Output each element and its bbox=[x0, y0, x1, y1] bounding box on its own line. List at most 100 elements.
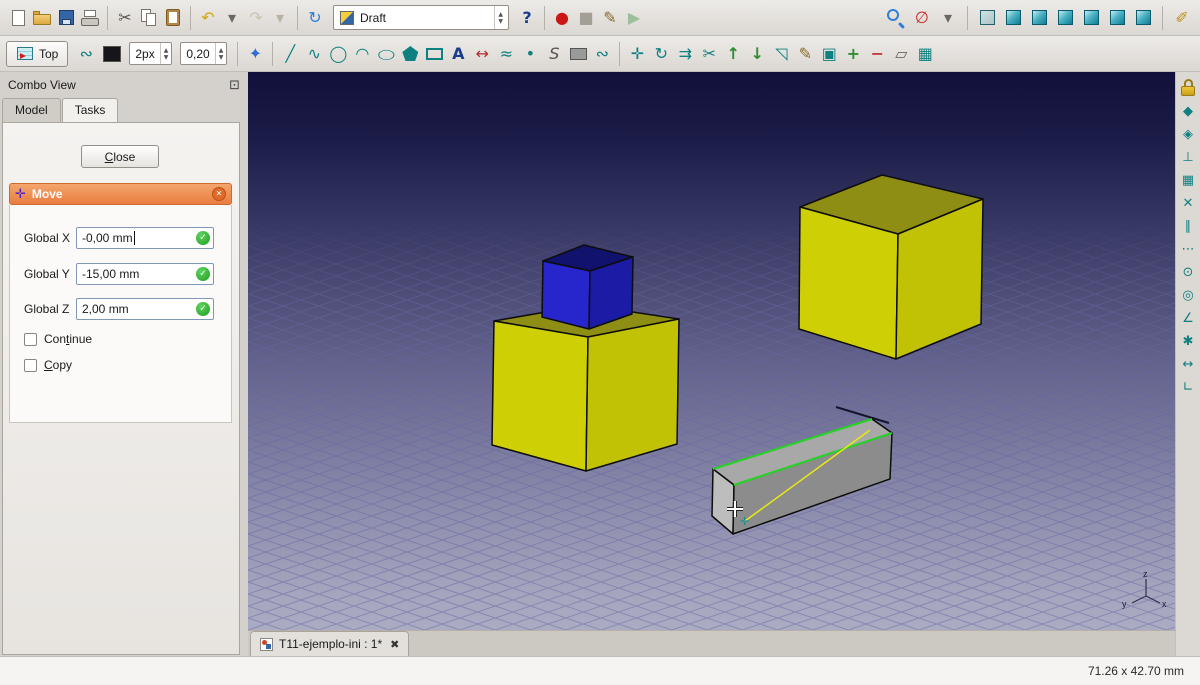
snap-parallel-icon[interactable]: ∥ bbox=[1177, 215, 1199, 237]
snap-endpoint-icon[interactable]: ◆ bbox=[1177, 100, 1199, 122]
draft-upgrade-icon[interactable]: ↑ bbox=[721, 42, 745, 66]
macro-stop-icon[interactable]: ■ bbox=[574, 6, 598, 30]
redo-icon[interactable]: ↷ bbox=[244, 6, 268, 30]
global-z-input[interactable]: 2,00 mm ✓ bbox=[76, 298, 214, 320]
draft-facebinder-icon[interactable] bbox=[566, 42, 590, 66]
draft-subelement-icon[interactable]: ▣ bbox=[817, 42, 841, 66]
snap-angle-icon[interactable]: ∠ bbox=[1177, 307, 1199, 329]
yellow-cube-right-front-face[interactable] bbox=[798, 206, 899, 360]
paste-icon[interactable] bbox=[161, 6, 185, 30]
refresh-icon[interactable]: ↻ bbox=[303, 6, 327, 30]
cut-icon[interactable]: ✂ bbox=[113, 6, 137, 30]
copy-checkbox-box[interactable] bbox=[24, 358, 37, 372]
draft-scale-icon[interactable]: ◹ bbox=[769, 42, 793, 66]
task-panel-header[interactable]: ✛ Move ✕ bbox=[9, 183, 232, 205]
snap-grid-icon[interactable]: ▦ bbox=[1177, 169, 1199, 191]
snap-center-icon[interactable]: ◎ bbox=[1177, 284, 1199, 306]
draw-style-dropdown-icon[interactable]: ▾ bbox=[936, 6, 960, 30]
dock-float-icon[interactable]: ⊡ bbox=[229, 78, 240, 93]
construction-mode-icon[interactable]: ✦ bbox=[243, 42, 267, 66]
yellow-cube-left-front-face[interactable] bbox=[491, 320, 589, 472]
working-plane-button[interactable]: Top bbox=[6, 40, 69, 67]
open-document-icon[interactable] bbox=[30, 6, 54, 30]
snap-near-icon[interactable]: ⊙ bbox=[1177, 261, 1199, 283]
draft-array-icon[interactable]: ▦ bbox=[913, 42, 937, 66]
snap-dimensions-icon[interactable]: ↔ bbox=[1177, 353, 1199, 375]
copy-checkbox[interactable]: Copy bbox=[24, 358, 72, 372]
draft-ellipse-icon[interactable]: ◯ bbox=[374, 46, 398, 61]
undo-icon[interactable]: ↶ bbox=[196, 6, 220, 30]
view-bottom-icon[interactable] bbox=[1105, 6, 1129, 30]
line-width-arrows[interactable]: ▲ ▼ bbox=[159, 43, 172, 64]
continue-checkbox-box[interactable] bbox=[24, 332, 37, 346]
snap-perpendicular-icon[interactable]: ⊥ bbox=[1177, 146, 1199, 168]
draft-delete-point-icon[interactable]: − bbox=[865, 42, 889, 66]
draft-shape2dview-icon[interactable]: ▱ bbox=[889, 42, 913, 66]
draw-style-icon[interactable]: ∅ bbox=[910, 6, 934, 30]
macro-record-icon[interactable]: ● bbox=[550, 6, 574, 30]
global-y-input[interactable]: -15,00 mm ✓ bbox=[76, 263, 214, 285]
draft-offset-icon[interactable]: ⇉ bbox=[673, 42, 697, 66]
draft-trimex-icon[interactable]: ✂ bbox=[697, 42, 721, 66]
whats-this-icon[interactable]: ? bbox=[515, 6, 539, 30]
yellow-cube-left-side-face[interactable] bbox=[585, 318, 680, 472]
tab-model[interactable]: Model bbox=[2, 98, 61, 122]
document-tab-close-icon[interactable]: ✖ bbox=[390, 638, 399, 651]
task-close-button[interactable]: Close bbox=[81, 145, 159, 168]
view-front-icon[interactable] bbox=[1001, 6, 1025, 30]
blue-cube-front-face[interactable] bbox=[541, 260, 591, 330]
document-tab[interactable]: T11-ejemplo-ini : 1* ✖ bbox=[250, 631, 410, 656]
view-axonometric-icon[interactable] bbox=[975, 6, 999, 30]
view-left-icon[interactable] bbox=[1131, 6, 1155, 30]
save-document-icon[interactable] bbox=[54, 6, 78, 30]
draft-shapestring-icon[interactable]: S bbox=[542, 42, 566, 66]
draft-polygon-icon[interactable] bbox=[398, 42, 422, 66]
workbench-selector[interactable]: Draft ▲ ▼ bbox=[333, 5, 509, 30]
view-right-icon[interactable] bbox=[1053, 6, 1077, 30]
snap-midpoint-icon[interactable]: ◈ bbox=[1177, 123, 1199, 145]
draft-rectangle-icon[interactable] bbox=[422, 42, 446, 66]
macro-edit-icon[interactable]: ✎ bbox=[598, 6, 622, 30]
spin-down-icon[interactable]: ▼ bbox=[164, 54, 169, 61]
snap-lock-icon[interactable] bbox=[1177, 77, 1199, 99]
spin-up-icon[interactable]: ▲ bbox=[498, 11, 503, 18]
draft-point-icon[interactable]: • bbox=[518, 42, 542, 66]
draft-bspline-icon[interactable]: ≈ bbox=[494, 42, 518, 66]
draft-dimension-icon[interactable]: ↔ bbox=[470, 42, 494, 66]
print-document-icon[interactable] bbox=[78, 6, 102, 30]
draft-circle-icon[interactable]: ◯ bbox=[326, 42, 350, 66]
draft-downgrade-icon[interactable]: ↓ bbox=[745, 42, 769, 66]
draft-arc-icon[interactable]: ◠ bbox=[350, 42, 374, 66]
yellow-cube-right[interactable] bbox=[798, 174, 984, 360]
draft-edit-icon[interactable]: ✎ bbox=[793, 42, 817, 66]
spin-up-icon[interactable]: ▲ bbox=[164, 47, 169, 54]
copy-icon[interactable] bbox=[137, 6, 161, 30]
snap-special-icon[interactable]: ✱ bbox=[1177, 330, 1199, 352]
view-top-icon[interactable] bbox=[1027, 6, 1051, 30]
draft-add-point-icon[interactable]: + bbox=[841, 42, 865, 66]
measure-distance-icon[interactable]: ✐ bbox=[1170, 6, 1194, 30]
spin-down-icon[interactable]: ▼ bbox=[219, 54, 224, 61]
spin-up-icon[interactable]: ▲ bbox=[219, 47, 224, 54]
view-rear-icon[interactable] bbox=[1079, 6, 1103, 30]
task-collapse-button[interactable]: ✕ bbox=[212, 187, 226, 201]
redo-dropdown-icon[interactable]: ▾ bbox=[268, 6, 292, 30]
undo-dropdown-icon[interactable]: ▾ bbox=[220, 6, 244, 30]
draft-text-icon[interactable]: A bbox=[446, 42, 470, 66]
scale-arrows[interactable]: ▲ ▼ bbox=[214, 43, 227, 64]
draft-wire-icon[interactable]: ∿ bbox=[302, 42, 326, 66]
workbench-selector-arrows[interactable]: ▲ ▼ bbox=[494, 6, 506, 29]
new-document-icon[interactable] bbox=[6, 6, 30, 30]
tab-tasks[interactable]: Tasks bbox=[61, 98, 119, 122]
draft-bezier-icon[interactable]: ∾ bbox=[590, 42, 614, 66]
draft-rotate-icon[interactable]: ↻ bbox=[649, 42, 673, 66]
macro-play-icon[interactable]: ▶ bbox=[622, 6, 646, 30]
spin-down-icon[interactable]: ▼ bbox=[498, 18, 503, 25]
draft-line-icon[interactable]: ╱ bbox=[278, 42, 302, 66]
snap-ortho-icon[interactable]: ∟ bbox=[1177, 376, 1199, 398]
zoom-fit-all-icon[interactable] bbox=[884, 6, 908, 30]
blue-cube[interactable] bbox=[541, 244, 634, 330]
snap-intersection-icon[interactable]: ✕ bbox=[1177, 192, 1199, 214]
3d-viewport[interactable]: ✛ z x y bbox=[248, 72, 1175, 630]
yellow-cube-left[interactable] bbox=[491, 304, 680, 472]
